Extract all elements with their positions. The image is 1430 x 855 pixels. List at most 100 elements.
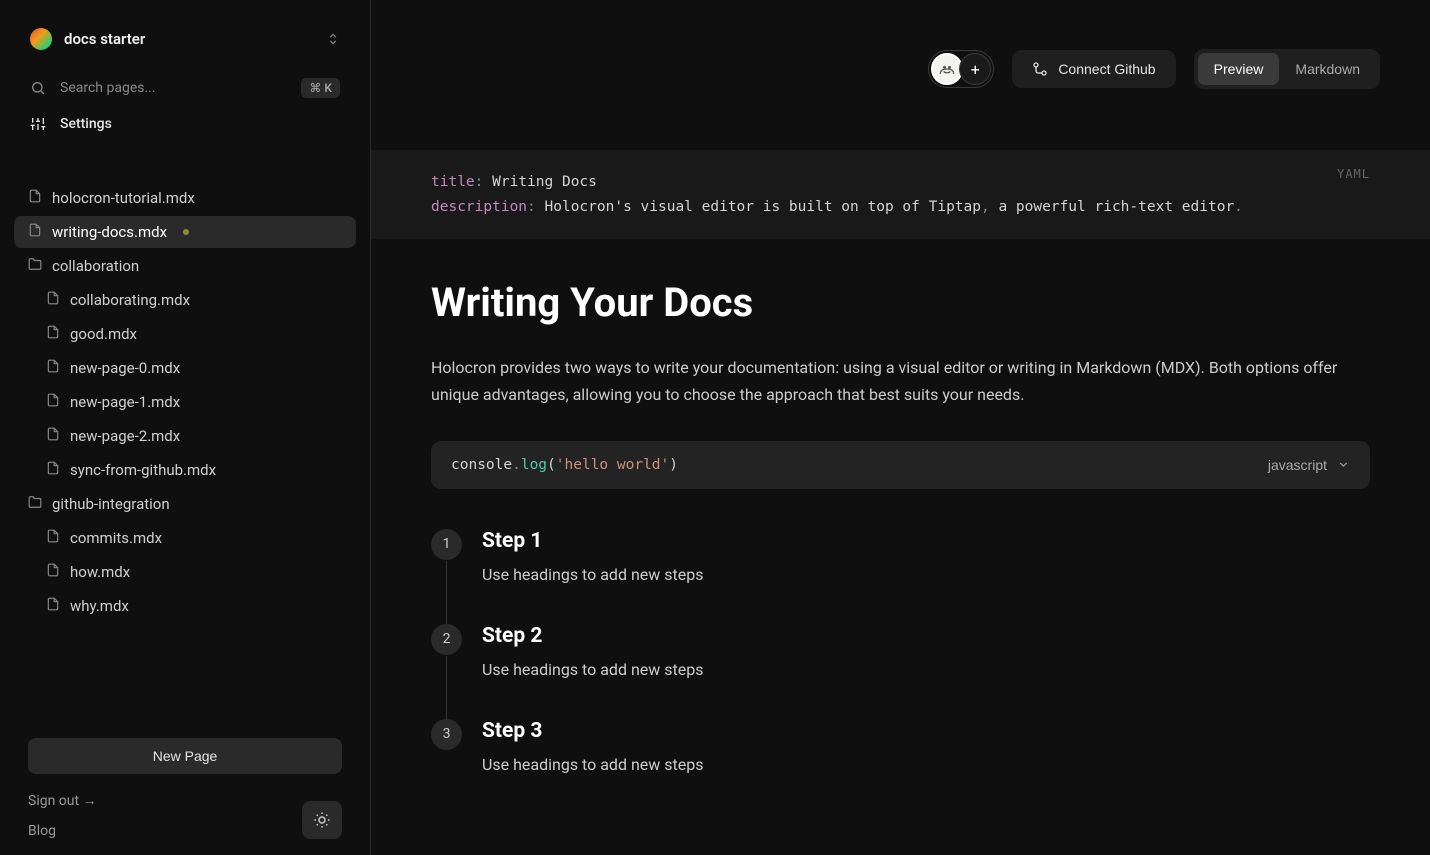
theme-toggle-button[interactable] [302, 801, 342, 839]
git-branch-icon [1032, 61, 1048, 77]
add-collaborator-button[interactable]: + [959, 53, 991, 85]
file-icon [46, 529, 60, 547]
code-string: 'hello world' [556, 457, 670, 473]
step-content: Step 1 Use headings to add new steps [482, 529, 703, 584]
main-editor: + Connect Github Preview Markdown YAML t… [371, 0, 1430, 855]
tree-item-label: collaborating.mdx [70, 291, 190, 309]
tree-item[interactable]: new-page-1.mdx [14, 386, 356, 418]
file-icon [46, 359, 60, 377]
folder-icon [28, 495, 42, 513]
workspace-switcher[interactable]: docs starter [0, 16, 370, 70]
yaml-badge: YAML [1337, 164, 1370, 184]
chevron-down-icon [1337, 458, 1350, 471]
sun-icon [313, 811, 331, 829]
search-trigger[interactable]: Search pages... ⌘ K [0, 70, 370, 106]
step-description: Use headings to add new steps [482, 565, 703, 584]
tree-item[interactable]: collaborating.mdx [14, 284, 356, 316]
file-tree: holocron-tutorial.mdx writing-docs.mdx col… [0, 182, 370, 738]
top-toolbar: + Connect Github Preview Markdown [371, 0, 1430, 110]
tree-item-label: github-integration [52, 495, 170, 513]
step: 2 Step 2 Use headings to add new steps [431, 624, 1370, 719]
tree-item[interactable]: sync-from-github.mdx [14, 454, 356, 486]
tree-item[interactable]: good.mdx [14, 318, 356, 350]
step-description: Use headings to add new steps [482, 755, 703, 774]
connect-github-label: Connect Github [1058, 61, 1155, 77]
code-block[interactable]: console.log('hello world') javascript [431, 441, 1370, 489]
file-icon [46, 461, 60, 479]
fm-title-val: Writing Docs [492, 174, 597, 190]
page-content[interactable]: Writing Your Docs Holocron provides two … [371, 239, 1430, 853]
tree-item[interactable]: new-page-2.mdx [14, 420, 356, 452]
fm-title-key: title [431, 174, 475, 190]
tree-item[interactable]: new-page-0.mdx [14, 352, 356, 384]
file-icon [46, 325, 60, 343]
tree-item-label: new-page-1.mdx [70, 393, 180, 411]
workspace-logo [30, 28, 52, 50]
code-method: log [521, 457, 547, 473]
step-number: 3 [431, 719, 462, 750]
settings-link[interactable]: Settings [0, 106, 370, 142]
blog-link[interactable]: Blog [28, 823, 97, 839]
collaborators: + [928, 50, 994, 88]
sliders-icon [30, 116, 46, 132]
tree-item[interactable]: why.mdx [14, 590, 356, 622]
page-title: Writing Your Docs [431, 279, 1370, 326]
tree-item-label: why.mdx [70, 597, 129, 615]
file-icon [46, 427, 60, 445]
fm-desc-val-1: Holocron's visual editor is built on top… [545, 199, 982, 215]
tree-item[interactable]: commits.mdx [14, 522, 356, 554]
connect-github-button[interactable]: Connect Github [1012, 50, 1175, 88]
tree-item[interactable]: writing-docs.mdx [14, 216, 356, 248]
steps-list: 1 Step 1 Use headings to add new steps 2 Ste… [431, 529, 1370, 814]
tree-item-label: holocron-tutorial.mdx [52, 189, 195, 207]
step-content: Step 2 Use headings to add new steps [482, 624, 703, 679]
modified-indicator [183, 229, 189, 235]
language-label: javascript [1268, 457, 1327, 473]
code-obj: console [451, 457, 512, 473]
page-intro: Holocron provides two ways to write your… [431, 354, 1370, 408]
preview-tab[interactable]: Preview [1198, 53, 1280, 85]
file-icon [28, 189, 42, 207]
view-toggle: Preview Markdown [1194, 49, 1380, 89]
folder-icon [28, 257, 42, 275]
step-title: Step 3 [482, 719, 703, 743]
new-page-button[interactable]: New Page [28, 738, 342, 774]
tree-item-label: sync-from-github.mdx [70, 461, 216, 479]
step: 3 Step 3 Use headings to add new steps [431, 719, 1370, 814]
plus-icon: + [971, 60, 980, 79]
tree-item[interactable]: github-integration [14, 488, 356, 520]
step-number: 1 [431, 529, 462, 560]
search-icon [30, 80, 46, 96]
frontmatter-block[interactable]: YAML title: Writing Docs description: Ho… [371, 150, 1430, 239]
language-select[interactable]: javascript [1268, 457, 1350, 473]
search-shortcut: ⌘ K [301, 78, 340, 98]
tree-item[interactable]: holocron-tutorial.mdx [14, 182, 356, 214]
tree-item[interactable]: how.mdx [14, 556, 356, 588]
step-connector [446, 656, 447, 719]
tree-item-label: new-page-0.mdx [70, 359, 180, 377]
tree-item-label: new-page-2.mdx [70, 427, 180, 445]
tree-item-label: commits.mdx [70, 529, 162, 547]
step-title: Step 1 [482, 529, 703, 553]
file-icon [46, 597, 60, 615]
step-description: Use headings to add new steps [482, 660, 703, 679]
step-title: Step 2 [482, 624, 703, 648]
settings-label: Settings [60, 116, 112, 132]
markdown-tab[interactable]: Markdown [1279, 53, 1376, 85]
tree-item-label: collaboration [52, 257, 139, 275]
chevron-updown-icon [326, 32, 340, 46]
step-content: Step 3 Use headings to add new steps [482, 719, 703, 774]
sign-out-link[interactable]: Sign out → [28, 792, 97, 809]
user-face-icon [937, 59, 957, 79]
tree-item[interactable]: collaboration [14, 250, 356, 282]
sidebar: docs starter Search pages... ⌘ K Setting… [0, 0, 371, 855]
file-icon [46, 393, 60, 411]
tree-item-label: writing-docs.mdx [52, 223, 167, 241]
tree-item-label: how.mdx [70, 563, 130, 581]
file-icon [46, 291, 60, 309]
step-connector [446, 561, 447, 624]
search-placeholder: Search pages... [60, 80, 156, 96]
workspace-name: docs starter [64, 30, 145, 48]
fm-desc-val-2: a powerful rich-text editor [998, 199, 1234, 215]
step-number: 2 [431, 624, 462, 655]
